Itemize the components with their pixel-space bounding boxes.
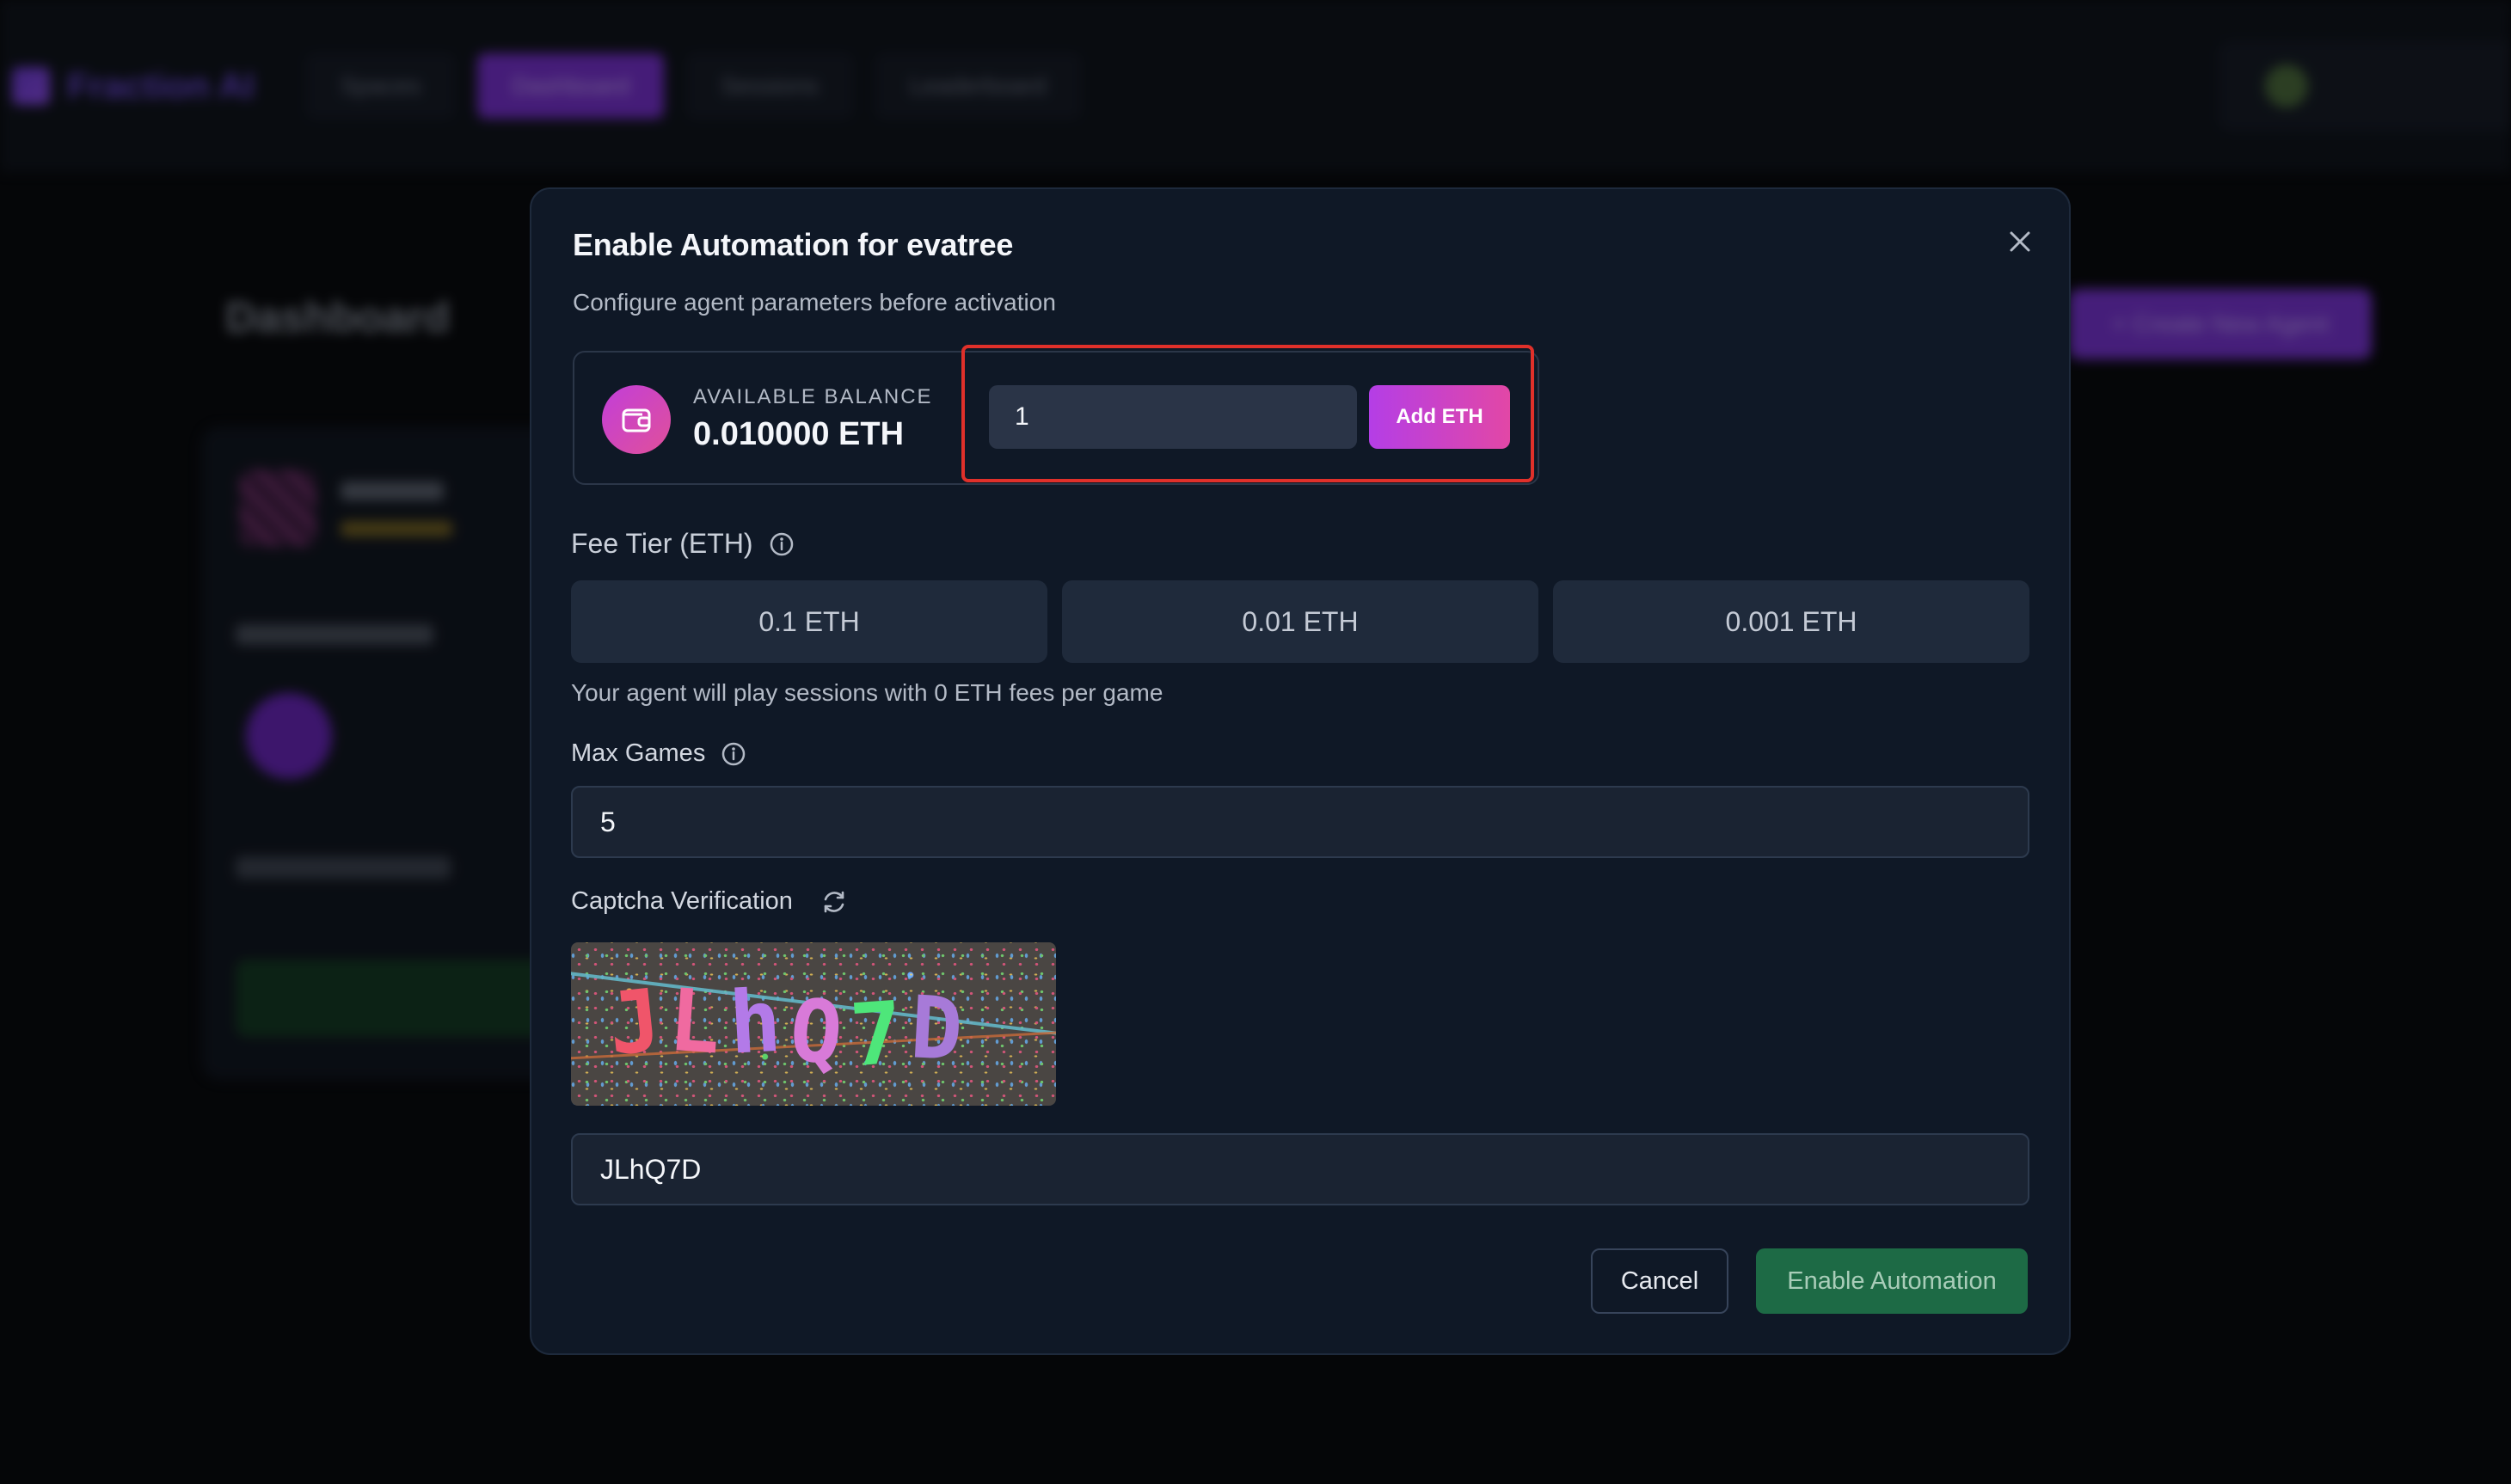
fee-option-0-1[interactable]: 0.1 ETH: [571, 580, 1047, 663]
max-games-input[interactable]: [571, 786, 2029, 858]
agent-avatar: [239, 469, 316, 547]
user-avatar: [2265, 64, 2308, 107]
captcha-label-row: Captcha Verification: [571, 887, 848, 916]
fee-tier-label: Fee Tier (ETH): [571, 528, 753, 559]
top-navbar: Fraction AI Spaces Dashboard Sessions Le…: [0, 0, 2511, 172]
modal-title: Enable Automation for evatree: [573, 227, 1014, 262]
max-games-label: Max Games: [571, 739, 706, 767]
close-icon: [2010, 231, 2030, 252]
enable-automation-button[interactable]: Enable Automation: [1756, 1248, 2028, 1314]
max-games-label-row: Max Games: [571, 739, 746, 768]
cancel-button[interactable]: Cancel: [1591, 1248, 1728, 1314]
captcha-input[interactable]: [571, 1133, 2029, 1205]
fee-option-0-01[interactable]: 0.01 ETH: [1062, 580, 1538, 663]
balance-label: AVAILABLE BALANCE: [693, 385, 933, 408]
app-logo[interactable]: Fraction AI: [12, 65, 255, 107]
info-icon[interactable]: [769, 531, 795, 557]
app-name: Fraction AI: [67, 65, 255, 106]
agent-balance-placeholder: [236, 624, 433, 645]
wallet-icon: [602, 385, 671, 454]
nav-tab-sessions[interactable]: Sessions: [686, 53, 853, 119]
info-icon[interactable]: [721, 741, 746, 767]
wallet-glyph: [622, 408, 651, 432]
add-eth-button[interactable]: Add ETH: [1369, 385, 1510, 449]
page-title: Dashboard: [225, 293, 451, 341]
user-account-pill[interactable]: [2219, 41, 2511, 131]
captcha-image: JLhQ7D: [571, 942, 1056, 1106]
recent-sessions-placeholder: [236, 856, 451, 879]
fee-note: Your agent will play sessions with 0 ETH…: [571, 679, 1163, 706]
fee-tier-label-row: Fee Tier (ETH): [571, 528, 795, 560]
logo-icon: [12, 67, 50, 105]
balance-value: 0.010000 ETH: [693, 416, 905, 452]
nav-tab-dashboard[interactable]: Dashboard: [477, 53, 665, 119]
close-button[interactable]: [1998, 220, 2041, 263]
nav-tab-spaces[interactable]: Spaces: [305, 53, 456, 119]
captcha-text: JLhQ7D: [604, 968, 974, 1087]
agent-status-placeholder: [341, 521, 452, 537]
fee-option-0-001[interactable]: 0.001 ETH: [1553, 580, 2029, 663]
captcha-label: Captcha Verification: [571, 887, 793, 915]
modal-subtitle: Configure agent parameters before activa…: [573, 289, 1056, 316]
create-agent-button[interactable]: + Create New Agent: [2069, 289, 2372, 359]
agent-name-placeholder: [341, 481, 444, 500]
nav-tab-leaderboard[interactable]: Leaderboard: [875, 53, 1081, 119]
eth-amount-input[interactable]: [989, 385, 1357, 449]
agent-level-circle: [246, 693, 332, 779]
agent-card: [201, 426, 597, 1080]
refresh-icon[interactable]: [820, 888, 848, 916]
